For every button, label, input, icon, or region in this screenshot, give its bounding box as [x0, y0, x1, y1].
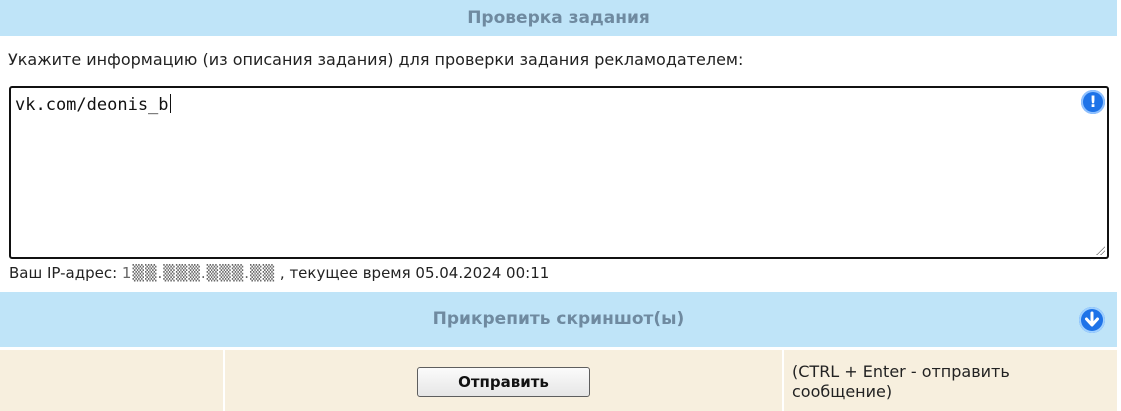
attach-screenshots-toggle[interactable]: Прикрепить скриншот(ы): [0, 292, 1117, 347]
footer-empty-cell: [0, 350, 225, 411]
task-info-textarea[interactable]: vk.com/deonis_b !: [9, 86, 1109, 259]
send-button[interactable]: Отправить: [417, 367, 590, 397]
text-caret: [169, 94, 171, 113]
chevron-down-icon[interactable]: [1079, 307, 1105, 333]
attach-title: Прикрепить скриншот(ы): [432, 309, 685, 329]
send-shortcut-hint: (CTRL + Enter - отправить сообщение): [792, 362, 1010, 401]
section-header: Проверка задания: [0, 0, 1117, 36]
time-label: , текущее время: [275, 264, 416, 282]
textarea-value: vk.com/deonis_b: [15, 94, 171, 115]
footer-button-cell: Отправить: [225, 350, 784, 411]
instruction-text: Укажите информацию (из описания задания)…: [8, 50, 744, 69]
ip-label: Ваш IP-адрес:: [9, 264, 122, 282]
current-datetime: 05.04.2024 00:11: [415, 264, 550, 282]
ip-time-info: Ваш IP-адрес: 1▒▒.▒▒▒.▒▒▒.▒▒ , текущее в…: [9, 264, 549, 282]
ip-address-masked: 1▒▒.▒▒▒.▒▒▒.▒▒: [121, 264, 276, 282]
section-title: Проверка задания: [467, 8, 650, 28]
submit-row: Отправить (CTRL + Enter - отправить сооб…: [0, 350, 1117, 411]
exclamation-icon[interactable]: !: [1081, 90, 1105, 114]
resize-handle-icon[interactable]: [1095, 245, 1105, 255]
task-check-panel: Проверка задания Укажите информацию (из …: [0, 0, 1121, 411]
